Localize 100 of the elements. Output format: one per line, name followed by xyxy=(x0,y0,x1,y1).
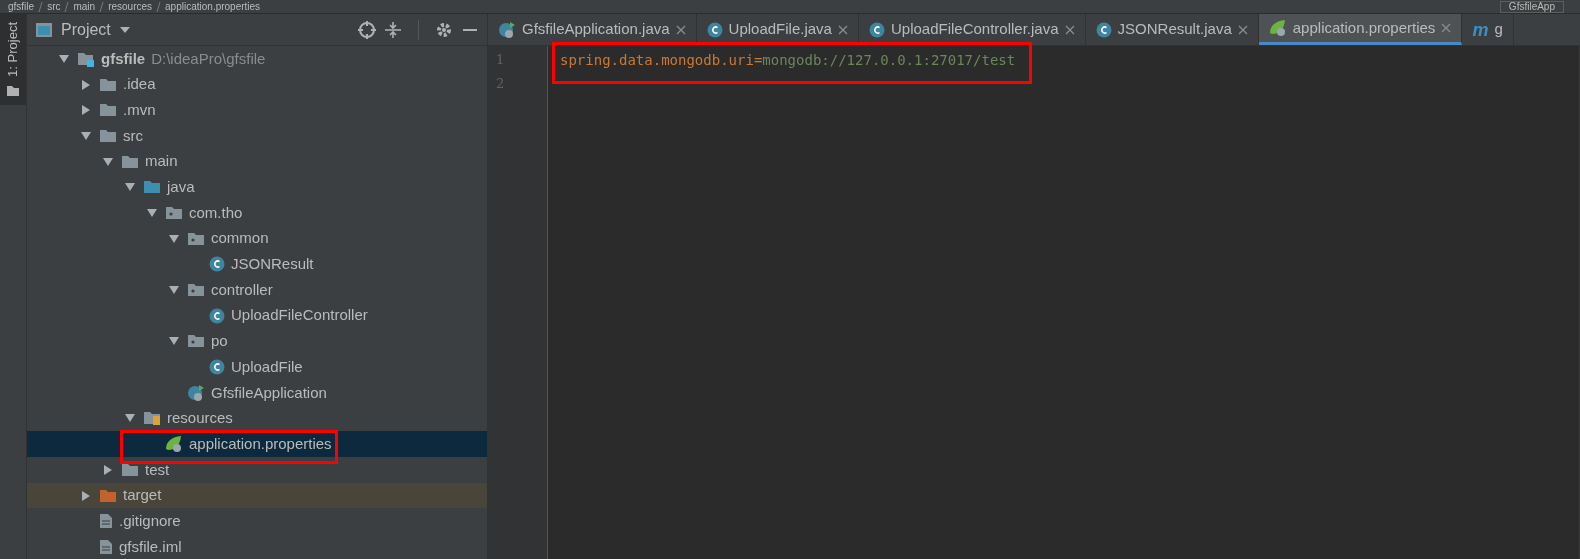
tree-label: .idea xyxy=(123,74,156,95)
tree-label: GfsfileApplication xyxy=(211,382,327,403)
spring-class-icon xyxy=(498,20,516,39)
expand-arrow-icon[interactable] xyxy=(103,463,113,476)
editor-tab[interactable]: JSONResult.java xyxy=(1085,14,1259,45)
editor-tab[interactable]: application.properties xyxy=(1258,14,1463,45)
leaf-icon xyxy=(1268,19,1287,37)
tree-label: test xyxy=(145,459,170,480)
tree-row[interactable]: UploadFile xyxy=(27,354,487,380)
collapse-arrow-icon[interactable] xyxy=(146,207,158,218)
editor-tab[interactable]: UploadFileController.java xyxy=(858,14,1086,45)
folder-icon xyxy=(99,103,117,118)
close-icon[interactable] xyxy=(1237,24,1248,35)
module-folder-icon xyxy=(77,50,95,67)
tree-row[interactable]: java xyxy=(27,174,487,201)
tree-row[interactable]: .idea xyxy=(27,71,487,98)
breadcrumb-separator-icon xyxy=(99,1,105,12)
class-icon xyxy=(209,307,225,324)
tree-row[interactable]: gfsfile D:\ideaPro\gfsfile xyxy=(27,46,487,72)
file-icon xyxy=(99,513,113,530)
panel-view-icon xyxy=(35,21,53,38)
tree-row[interactable]: src xyxy=(27,123,487,149)
property-key: spring.data.mongodb.uri xyxy=(560,52,754,68)
tree-row[interactable]: GfsfileApplication xyxy=(27,379,487,406)
package-icon xyxy=(187,283,205,298)
tree-label: resources xyxy=(167,408,233,429)
breadcrumb-item[interactable]: src xyxy=(47,1,61,12)
tree-row[interactable]: common xyxy=(27,225,487,252)
tree-row[interactable]: controller xyxy=(27,277,487,303)
tree-row[interactable]: target xyxy=(27,482,487,509)
tree-label: UploadFile xyxy=(231,356,303,377)
leaf-icon xyxy=(165,435,183,454)
collapse-arrow-icon[interactable] xyxy=(168,336,180,347)
tree-row[interactable]: JSONResult xyxy=(27,251,487,278)
breadcrumb-separator-icon xyxy=(38,1,44,12)
dropdown-caret-icon[interactable] xyxy=(118,25,131,34)
class-icon xyxy=(209,359,225,376)
tree-label: application.properties xyxy=(189,433,332,454)
folder-icon xyxy=(99,128,117,143)
collapse-arrow-icon[interactable] xyxy=(58,53,70,64)
tree-label: JSONResult xyxy=(231,254,314,275)
close-icon[interactable] xyxy=(837,24,848,35)
tree-row[interactable]: resources xyxy=(27,405,487,432)
breadcrumb-separator-icon xyxy=(64,1,70,12)
class-icon xyxy=(1095,21,1112,38)
tree-label: target xyxy=(123,485,162,506)
tree-label: java xyxy=(167,177,195,198)
editor-tab[interactable]: GfsfileApplication.java xyxy=(488,14,697,45)
run-config-selector[interactable]: GfsfileApp xyxy=(1499,0,1564,13)
tree-row[interactable]: po xyxy=(27,328,487,355)
tree-row[interactable]: application.properties xyxy=(27,431,487,457)
expand-arrow-icon[interactable] xyxy=(81,489,91,502)
breadcrumb-item[interactable]: application.properties xyxy=(165,1,261,12)
tree-label: com.tho xyxy=(189,202,243,223)
breadcrumb-item[interactable]: resources xyxy=(108,1,153,12)
tree-label: .gitignore xyxy=(119,510,181,531)
collapse-arrow-icon[interactable] xyxy=(168,285,180,296)
file-icon xyxy=(99,538,113,555)
project-tool-button[interactable]: 1: Project xyxy=(0,14,26,105)
tree-label: main xyxy=(145,151,178,172)
expand-arrow-icon[interactable] xyxy=(81,104,91,117)
tree-row[interactable]: main xyxy=(27,148,487,175)
collapse-arrow-icon[interactable] xyxy=(124,182,136,193)
tree-row[interactable]: .mvn xyxy=(27,97,487,124)
tree-row[interactable]: test xyxy=(27,457,487,483)
tree-label: common xyxy=(211,228,269,249)
close-icon[interactable] xyxy=(1064,24,1075,35)
class-icon xyxy=(209,256,225,273)
editor-tab[interactable]: m g xyxy=(1462,14,1514,45)
tree-label: gfsfile.iml xyxy=(119,536,182,557)
tree-label: po xyxy=(211,331,228,352)
tree-row[interactable]: gfsfile.iml xyxy=(27,534,487,559)
folder-icon xyxy=(99,77,117,92)
collapse-arrow-icon[interactable] xyxy=(80,130,92,141)
package-icon xyxy=(165,205,183,220)
collapse-arrow-icon[interactable] xyxy=(102,156,114,167)
breadcrumb-separator-icon xyxy=(156,1,162,12)
tree-row[interactable]: UploadFileController xyxy=(27,302,487,329)
property-value: mongodb://127.0.0.1:27017/test xyxy=(762,52,1016,68)
spring-class-icon xyxy=(187,383,205,402)
class-icon xyxy=(868,21,885,38)
editor-tab[interactable]: UploadFile.java xyxy=(696,14,859,45)
breadcrumb-item[interactable]: gfsfile xyxy=(8,1,35,12)
locate-icon[interactable] xyxy=(358,20,376,39)
project-view-selector[interactable]: Project xyxy=(61,17,111,42)
tree-row[interactable]: com.tho xyxy=(27,200,487,226)
settings-icon[interactable] xyxy=(435,20,453,39)
tree-label: gfsfile xyxy=(101,48,146,69)
close-icon[interactable] xyxy=(675,24,686,35)
collapse-all-icon[interactable] xyxy=(384,20,402,39)
breadcrumb-item[interactable]: main xyxy=(73,1,96,12)
property-separator: = xyxy=(753,52,763,68)
package-icon xyxy=(187,334,205,349)
folder-icon xyxy=(99,488,117,503)
package-icon xyxy=(187,231,205,246)
collapse-arrow-icon[interactable] xyxy=(124,413,136,424)
collapse-arrow-icon[interactable] xyxy=(168,233,180,244)
class-icon xyxy=(706,21,723,38)
expand-arrow-icon[interactable] xyxy=(81,78,91,91)
tree-row[interactable]: .gitignore xyxy=(27,508,487,535)
